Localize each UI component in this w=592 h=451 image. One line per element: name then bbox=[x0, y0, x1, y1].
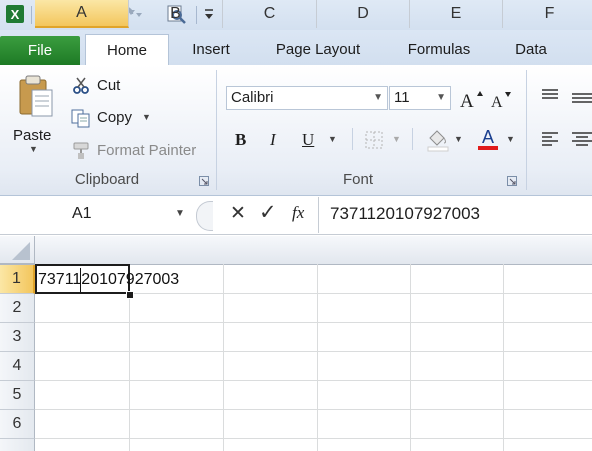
tab-home[interactable]: Home bbox=[85, 34, 169, 66]
column-header-d[interactable]: D bbox=[317, 0, 410, 28]
borders-icon[interactable] bbox=[362, 128, 386, 152]
row-header-3[interactable]: 3 bbox=[0, 323, 35, 352]
cut-icon[interactable] bbox=[70, 76, 92, 96]
name-box[interactable]: A1 ▼ bbox=[0, 202, 192, 228]
font-name-combo[interactable]: Calibri ▼ bbox=[226, 86, 388, 110]
fill-handle[interactable] bbox=[126, 291, 134, 299]
clipboard-group-label: Clipboard bbox=[74, 171, 140, 188]
column-header-f[interactable]: F bbox=[503, 0, 592, 28]
row-header-2[interactable]: 2 bbox=[0, 294, 35, 323]
row-header-4[interactable]: 4 bbox=[0, 352, 35, 381]
name-box-value: A1 bbox=[72, 205, 92, 222]
borders-dropdown-arrow-icon[interactable]: ▼ bbox=[392, 134, 401, 144]
copy-button[interactable]: Copy bbox=[97, 109, 132, 126]
svg-text:X: X bbox=[11, 7, 20, 22]
copy-icon[interactable] bbox=[69, 108, 93, 128]
column-header-c[interactable]: C bbox=[223, 0, 317, 28]
copy-dropdown-arrow-icon[interactable]: ▼ bbox=[142, 112, 151, 122]
cut-button[interactable]: Cut bbox=[97, 77, 120, 94]
svg-text:A: A bbox=[482, 127, 494, 147]
font-color-dropdown-arrow-icon[interactable]: ▼ bbox=[506, 134, 515, 144]
font-size-combo[interactable]: 11 ▼ bbox=[389, 86, 451, 110]
font-divider bbox=[352, 128, 353, 150]
chevron-down-icon: ▼ bbox=[436, 92, 446, 103]
bold-button[interactable]: B bbox=[235, 130, 246, 150]
italic-button[interactable]: I bbox=[270, 130, 276, 150]
svg-text:A: A bbox=[460, 91, 474, 110]
align-center-icon[interactable] bbox=[570, 128, 592, 150]
paste-dropdown-arrow-icon[interactable]: ▼ bbox=[29, 144, 38, 154]
underline-button[interactable]: U bbox=[302, 130, 314, 150]
insert-function-icon[interactable]: fx bbox=[292, 203, 304, 223]
middle-align-icon[interactable] bbox=[570, 86, 592, 108]
font-divider bbox=[412, 128, 413, 150]
chevron-down-icon: ▼ bbox=[373, 92, 383, 103]
row-header-5[interactable]: 5 bbox=[0, 381, 35, 410]
font-group-label: Font bbox=[342, 171, 373, 188]
decrease-font-size-icon[interactable]: A bbox=[489, 87, 515, 111]
top-align-icon[interactable] bbox=[538, 84, 562, 106]
svg-text:A: A bbox=[491, 94, 503, 110]
clipboard-dialog-launcher-icon[interactable] bbox=[198, 175, 210, 187]
font-size-value: 11 bbox=[394, 89, 410, 106]
row-header-partial bbox=[0, 439, 35, 451]
group-divider bbox=[526, 70, 527, 190]
fill-color-dropdown-arrow-icon[interactable]: ▼ bbox=[454, 134, 463, 144]
align-left-icon[interactable] bbox=[538, 128, 562, 150]
tab-file[interactable]: File bbox=[0, 36, 80, 65]
paste-button-label[interactable]: Paste bbox=[13, 127, 51, 144]
font-name-value: Calibri bbox=[231, 89, 274, 106]
font-color-icon[interactable]: A bbox=[474, 126, 502, 152]
formula-input[interactable]: 7371120107927003 bbox=[330, 204, 480, 224]
tab-formulas[interactable]: Formulas bbox=[394, 34, 484, 64]
increase-font-size-icon[interactable]: A bbox=[458, 87, 484, 111]
excel-logo-icon[interactable]: X bbox=[4, 4, 26, 24]
tab-page-layout[interactable]: Page Layout bbox=[262, 34, 374, 64]
chevron-down-icon[interactable]: ▼ bbox=[175, 208, 185, 219]
format-painter-button[interactable]: Format Painter bbox=[97, 142, 196, 159]
fill-color-icon[interactable] bbox=[424, 126, 452, 152]
enter-icon[interactable]: ✓ bbox=[259, 200, 277, 225]
text-cursor bbox=[80, 268, 81, 292]
underline-dropdown-arrow-icon[interactable]: ▼ bbox=[328, 134, 337, 144]
font-dialog-launcher-icon[interactable] bbox=[506, 175, 518, 187]
tab-insert[interactable]: Insert bbox=[178, 34, 244, 64]
cell-a1-value: 7371120107927003 bbox=[38, 271, 180, 288]
group-divider bbox=[216, 70, 217, 190]
column-headers bbox=[0, 236, 592, 265]
tab-data[interactable]: Data bbox=[505, 34, 557, 64]
row-header-1[interactable]: 1 bbox=[0, 265, 35, 294]
column-header-a[interactable]: A bbox=[35, 0, 129, 28]
select-all-button[interactable] bbox=[0, 236, 35, 264]
row-header-6[interactable]: 6 bbox=[0, 410, 35, 439]
column-header-b[interactable]: B bbox=[129, 0, 223, 28]
formula-divider bbox=[318, 197, 319, 233]
cancel-icon[interactable]: ✕ bbox=[230, 202, 246, 225]
paste-icon[interactable] bbox=[12, 73, 58, 121]
format-painter-icon[interactable] bbox=[69, 140, 93, 160]
column-header-e[interactable]: E bbox=[410, 0, 503, 28]
